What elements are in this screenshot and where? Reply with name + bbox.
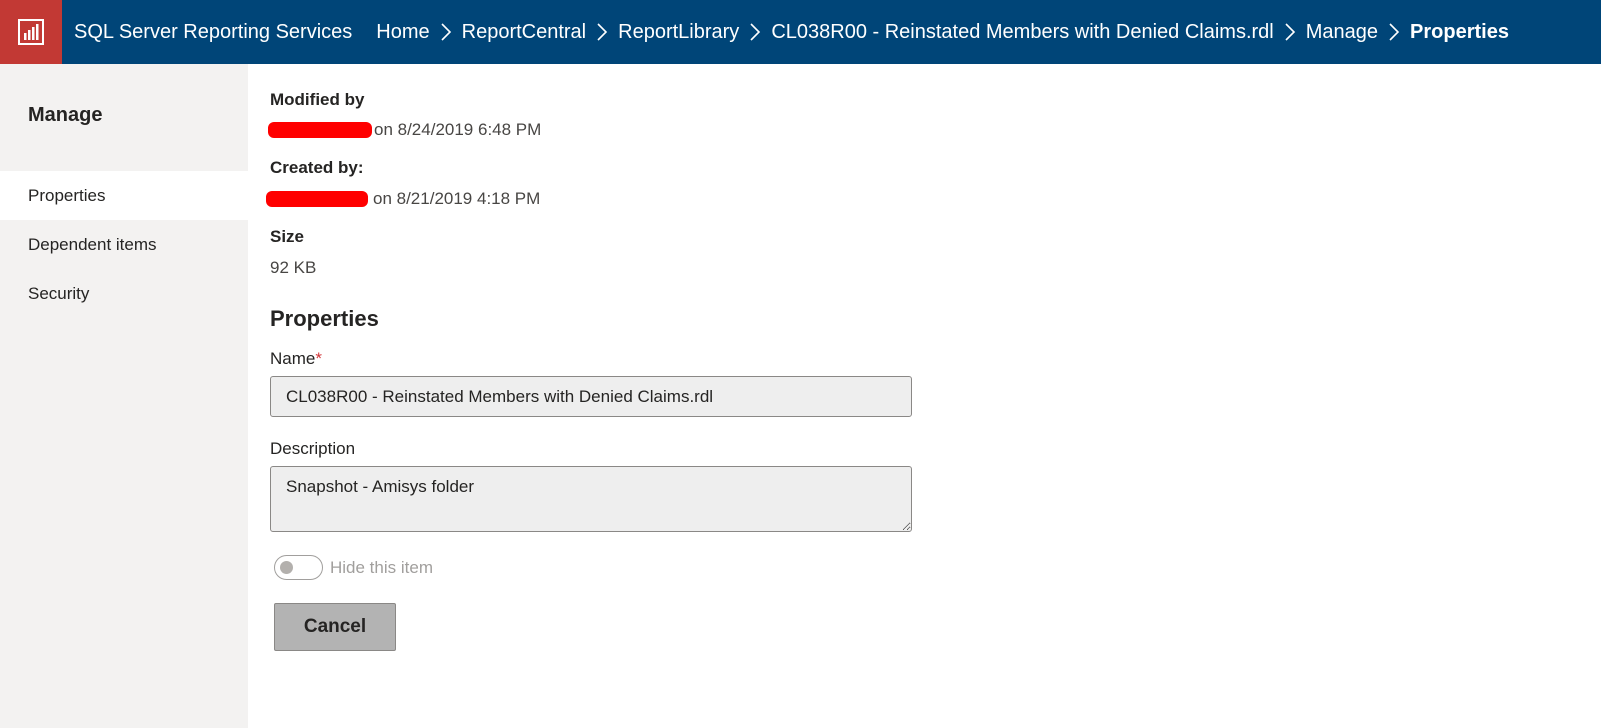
size-value: 92 KB	[270, 258, 317, 277]
breadcrumb-reportlibrary[interactable]: ReportLibrary	[618, 21, 739, 44]
properties-heading: Properties	[270, 306, 379, 331]
size-label: Size	[270, 227, 305, 246]
breadcrumb-report[interactable]: CL038R00 - Reinstated Members with Denie…	[771, 21, 1273, 44]
description-field-label: Description	[270, 439, 356, 458]
redacted-user	[268, 122, 372, 138]
sidebar-item-properties[interactable]: Properties	[0, 171, 248, 220]
sidebar-title: Manage	[28, 104, 103, 126]
created-by-label: Created by:	[270, 158, 364, 177]
chevron-right-icon	[597, 23, 608, 41]
name-label-text: Name	[270, 349, 316, 368]
hide-item-toggle[interactable]	[274, 555, 323, 580]
modified-by-value: on 8/24/2019 6:48 PM	[268, 120, 541, 140]
report-chart-icon[interactable]	[0, 0, 62, 64]
chevron-right-icon	[1389, 23, 1400, 41]
name-field-label: Name*	[270, 349, 322, 369]
required-marker: *	[315, 349, 322, 368]
cancel-button[interactable]: Cancel	[274, 603, 396, 651]
toggle-knob	[280, 561, 293, 574]
modified-date: on 8/24/2019 6:48 PM	[374, 120, 542, 139]
modified-by-label: Modified by	[270, 90, 365, 109]
chevron-right-icon	[441, 23, 451, 41]
breadcrumb: Home ReportCentral ReportLibrary CL038R0…	[376, 21, 1509, 44]
redacted-user	[266, 191, 368, 207]
sidebar-item-dependent-items[interactable]: Dependent items	[0, 220, 248, 269]
chevron-right-icon	[750, 23, 761, 41]
chevron-right-icon	[1285, 23, 1295, 41]
sidebar-item-security[interactable]: Security	[0, 269, 248, 318]
description-field[interactable]: Snapshot - Amisys folder	[270, 466, 912, 532]
created-by-value: on 8/21/2019 4:18 PM	[266, 189, 540, 209]
hide-item-label: Hide this item	[330, 558, 433, 577]
sidebar: Manage Properties Dependent items Securi…	[0, 64, 248, 728]
top-bar: SQL Server Reporting Services Home Repor…	[0, 0, 1601, 64]
app-title[interactable]: SQL Server Reporting Services	[74, 21, 352, 44]
sidebar-nav: Properties Dependent items Security	[0, 171, 248, 318]
created-date: on 8/21/2019 4:18 PM	[373, 189, 541, 208]
breadcrumb-manage[interactable]: Manage	[1306, 21, 1378, 44]
name-field[interactable]	[270, 376, 912, 417]
breadcrumb-properties: Properties	[1410, 20, 1509, 43]
breadcrumb-reportcentral[interactable]: ReportCentral	[462, 21, 587, 44]
breadcrumb-home[interactable]: Home	[376, 21, 429, 44]
